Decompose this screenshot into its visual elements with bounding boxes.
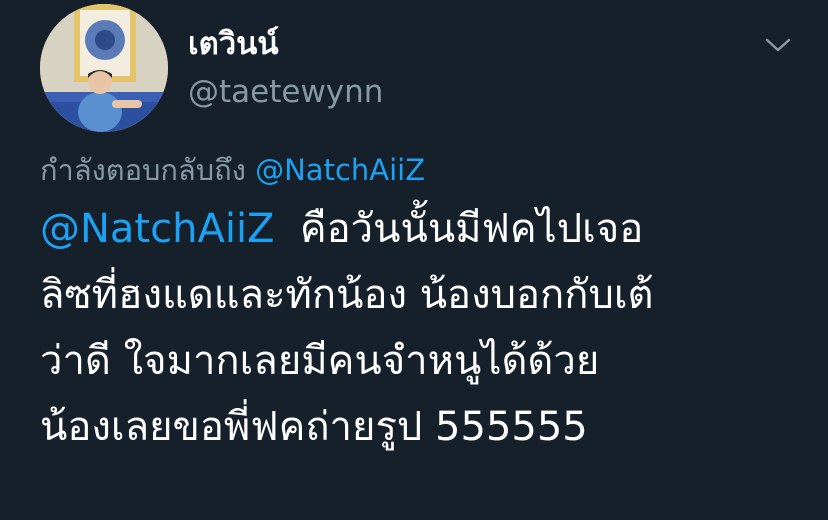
tweet-text: @NatchAiiZ คือวันนั้นมีฟคไปเจอ ลิซที่ฮงแ… — [40, 196, 810, 460]
display-name[interactable]: เตวินน์ — [188, 22, 279, 66]
tweet-line: @NatchAiiZ คือวันนั้นมีฟคไปเจอ — [40, 196, 810, 262]
avatar-photo — [40, 4, 168, 132]
user-handle[interactable]: @taetewynn — [188, 70, 383, 114]
tweet-line: ลิซที่ฮงแดและทักน้อง น้องบอกกับเต้ — [40, 272, 654, 318]
tweet-line-text: คือวันนั้นมีฟคไปเจอ — [299, 206, 644, 252]
chevron-down-icon[interactable] — [764, 34, 792, 56]
tweet-line: ว่าดี ใจมากเลยมีคนจำหนูได้ด้วย — [40, 338, 600, 384]
replying-to: กำลังตอบกลับถึง @NatchAiiZ — [40, 148, 425, 192]
tweet-mention[interactable]: @NatchAiiZ — [40, 206, 274, 252]
replying-to-mention[interactable]: @NatchAiiZ — [255, 153, 425, 187]
profile-avatar[interactable] — [40, 4, 168, 132]
chevron-down-icon-shape — [765, 38, 791, 52]
replying-to-label: กำลังตอบกลับถึง — [40, 153, 246, 187]
tweet-line: น้องเลยขอพี่ฟคถ่ายรูป 555555 — [40, 404, 588, 450]
tweet-card: เตวินน์ @taetewynn กำลังตอบกลับถึง @Natc… — [0, 0, 828, 520]
